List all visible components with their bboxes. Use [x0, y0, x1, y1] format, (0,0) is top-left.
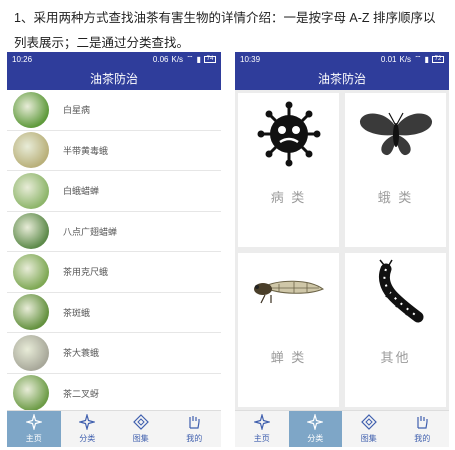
- pest-thumbnail: [13, 334, 49, 371]
- diamond-icon: [132, 414, 149, 430]
- signal-icon: ▮: [196, 54, 201, 64]
- list-item[interactable]: 白星病: [7, 90, 221, 131]
- network-speed: 0.01: [380, 54, 397, 64]
- tab-gallery[interactable]: 图集: [114, 411, 168, 447]
- list-item[interactable]: 茶二叉蚜: [7, 374, 221, 410]
- tab-category[interactable]: 分类: [61, 411, 115, 447]
- pest-name: 白星病: [63, 105, 91, 116]
- bottom-tab-bar: 主页 分类 图集 我的: [7, 410, 221, 447]
- wifi-icon: ⌔: [414, 54, 422, 63]
- caterpillar-icon: [378, 259, 423, 323]
- diamond-icon: [360, 414, 377, 430]
- status-time: 10:26: [12, 54, 33, 64]
- wifi-icon: ⌔: [186, 54, 194, 63]
- pest-thumbnail: [13, 91, 49, 128]
- list-item[interactable]: 茶大蓑蛾: [7, 333, 221, 374]
- category-label: 蛾 类: [377, 190, 414, 205]
- pest-thumbnail: [13, 253, 49, 290]
- category-card-cicada[interactable]: 蝉 类: [238, 253, 339, 407]
- tab-category[interactable]: 分类: [288, 411, 342, 447]
- tab-label: 分类: [307, 434, 324, 443]
- category-grid: 病 类 蛾 类 蝉 类 其他: [235, 90, 449, 410]
- virus-icon: [257, 101, 320, 167]
- category-label: 其他: [380, 350, 411, 365]
- list-item[interactable]: 八点广翅蜡蝉: [7, 212, 221, 252]
- list-item[interactable]: 茶斑蛾: [7, 293, 221, 333]
- tab-label: 主页: [253, 434, 270, 443]
- tab-label: 图集: [132, 434, 149, 443]
- list-item[interactable]: 半带黄毒蛾: [7, 131, 221, 171]
- pest-name: 茶二叉蚜: [63, 388, 100, 399]
- tab-home[interactable]: 主页: [235, 411, 289, 447]
- category-label: 蝉 类: [270, 350, 307, 365]
- star-icon: [307, 414, 324, 430]
- pest-thumbnail: [13, 132, 49, 169]
- pest-thumbnail: [13, 294, 49, 331]
- category-card-disease[interactable]: 病 类: [238, 93, 339, 247]
- pest-name: 半带黄毒蛾: [63, 145, 109, 156]
- status-bar: 10:39 0.01 K/s ⌔ ▮ 72: [235, 52, 449, 66]
- pest-thumbnail: [13, 172, 49, 209]
- cicada-icon: [253, 280, 324, 304]
- tab-home[interactable]: 主页: [7, 411, 61, 447]
- star-icon: [253, 414, 270, 430]
- tab-label: 分类: [79, 434, 96, 443]
- tab-profile[interactable]: 我的: [396, 411, 450, 447]
- category-label: 病 类: [270, 190, 307, 205]
- network-speed-unit: K/s: [171, 54, 184, 64]
- status-time: 10:39: [240, 54, 261, 64]
- hand-icon: [189, 416, 200, 429]
- tab-label: 我的: [414, 434, 431, 443]
- tab-profile[interactable]: 我的: [168, 411, 222, 447]
- app-title-bar: 油茶防治: [235, 66, 449, 90]
- tab-label: 图集: [360, 434, 377, 443]
- tab-gallery[interactable]: 图集: [342, 411, 396, 447]
- battery-icon: 74: [204, 55, 216, 63]
- tab-label: 主页: [25, 434, 42, 443]
- phone-screen-categories: 10:39 0.01 K/s ⌔ ▮ 72 油茶防治 病 类 蛾 类 蝉 类 其…: [235, 52, 449, 447]
- pest-name: 白蛾蜡蝉: [63, 186, 100, 197]
- phone-screen-list: 10:26 0.06 K/s ⌔ ▮ 74 油茶防治 白星病 半带黄毒蛾 白蛾蜡…: [7, 52, 221, 447]
- hand-icon: [417, 416, 428, 429]
- status-bar: 10:26 0.06 K/s ⌔ ▮ 74: [7, 52, 221, 66]
- pest-name: 茶大蓑蛾: [63, 348, 100, 359]
- pest-thumbnail: [13, 213, 49, 250]
- pest-name: 八点广翅蜡蝉: [63, 226, 118, 237]
- battery-icon: 72: [432, 55, 444, 63]
- bottom-tab-bar: 主页 分类 图集 我的: [235, 410, 449, 447]
- app-title: 油茶防治: [89, 71, 138, 86]
- moth-icon: [359, 112, 432, 156]
- pest-name: 茶用克尺蛾: [63, 267, 109, 278]
- pest-name: 茶斑蛾: [63, 307, 91, 318]
- signal-icon: ▮: [424, 54, 429, 64]
- tab-label: 我的: [186, 434, 203, 443]
- star-icon: [79, 414, 96, 430]
- list-item[interactable]: 白蛾蜡蝉: [7, 171, 221, 212]
- network-speed: 0.06: [152, 54, 169, 64]
- category-card-other[interactable]: 其他: [345, 253, 446, 407]
- network-speed-unit: K/s: [399, 54, 412, 64]
- document-intro-text: 1、采用两种方式查找油茶有害生物的详情介绍：一是按字母 A-Z 排序顺序以列表展…: [14, 11, 436, 50]
- pest-thumbnail: [13, 375, 49, 410]
- pest-list: 白星病 半带黄毒蛾 白蛾蜡蝉 八点广翅蜡蝉 茶用克尺蛾 茶斑蛾 茶大蓑蛾 茶二叉…: [7, 90, 221, 410]
- category-card-moth[interactable]: 蛾 类: [345, 93, 446, 247]
- app-title-bar: 油茶防治: [7, 66, 221, 90]
- list-item[interactable]: 茶用克尺蛾: [7, 252, 221, 293]
- app-title: 油茶防治: [317, 71, 366, 86]
- star-icon: [25, 414, 42, 430]
